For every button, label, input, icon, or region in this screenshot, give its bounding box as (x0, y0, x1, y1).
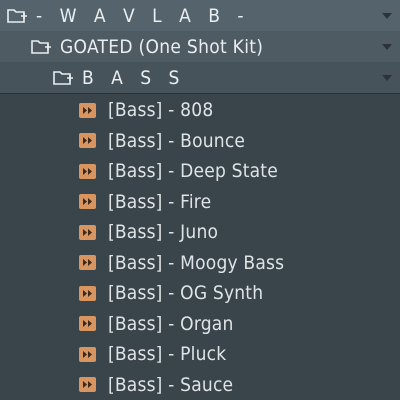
folder-open-icon (31, 39, 51, 54)
folder-open-icon (7, 8, 27, 23)
folder-row-wavlab[interactable]: - W A V L A B - (0, 0, 400, 32)
sample-label: [Bass] - Sauce (108, 373, 234, 396)
audio-file-icon (79, 316, 96, 332)
sample-row[interactable]: [Bass] - Organ (0, 309, 400, 340)
sample-label: [Bass] - 808 (108, 99, 214, 122)
folder-label: - W A V L A B - (36, 4, 250, 27)
sample-label: [Bass] - Organ (108, 312, 234, 335)
sample-label: [Bass] - Fire (108, 190, 212, 213)
audio-file-icon (79, 377, 96, 393)
sample-label: [Bass] - Deep State (108, 160, 278, 183)
sample-row[interactable]: [Bass] - 808 (0, 95, 400, 126)
audio-file-icon (79, 102, 96, 118)
sample-label: [Bass] - Bounce (108, 129, 246, 152)
sample-row[interactable]: [Bass] - Fire (0, 187, 400, 218)
sample-label: [Bass] - OG Synth (108, 282, 264, 305)
sample-row[interactable]: [Bass] - Sauce (0, 370, 400, 400)
audio-file-icon (79, 133, 96, 149)
folder-row-goated[interactable]: GOATED (One Shot Kit) (0, 31, 400, 63)
audio-file-icon (79, 163, 96, 179)
audio-file-icon (79, 346, 96, 362)
sample-row[interactable]: [Bass] - Juno (0, 217, 400, 248)
folder-open-icon (53, 70, 73, 85)
audio-file-icon (79, 194, 96, 210)
chevron-down-icon[interactable] (380, 71, 394, 85)
sample-row[interactable]: [Bass] - Deep State (0, 156, 400, 187)
sample-label: [Bass] - Moogy Bass (108, 251, 285, 274)
sample-row[interactable]: [Bass] - Moogy Bass (0, 248, 400, 279)
folder-label: B A S S (82, 66, 186, 89)
file-browser: - W A V L A B - GOATED (One Shot Kit) B … (0, 0, 400, 400)
sample-label: [Bass] - Pluck (108, 343, 227, 366)
folder-row-bass[interactable]: B A S S (0, 62, 400, 94)
sample-label: [Bass] - Juno (108, 221, 219, 244)
sample-row[interactable]: [Bass] - OG Synth (0, 278, 400, 309)
sample-row[interactable]: [Bass] - Bounce (0, 126, 400, 157)
folder-label: GOATED (One Shot Kit) (60, 35, 264, 58)
chevron-down-icon[interactable] (380, 9, 394, 23)
audio-file-icon (79, 255, 96, 271)
audio-file-icon (79, 224, 96, 240)
audio-file-icon (79, 285, 96, 301)
sample-row[interactable]: [Bass] - Pluck (0, 339, 400, 370)
chevron-down-icon[interactable] (380, 40, 394, 54)
